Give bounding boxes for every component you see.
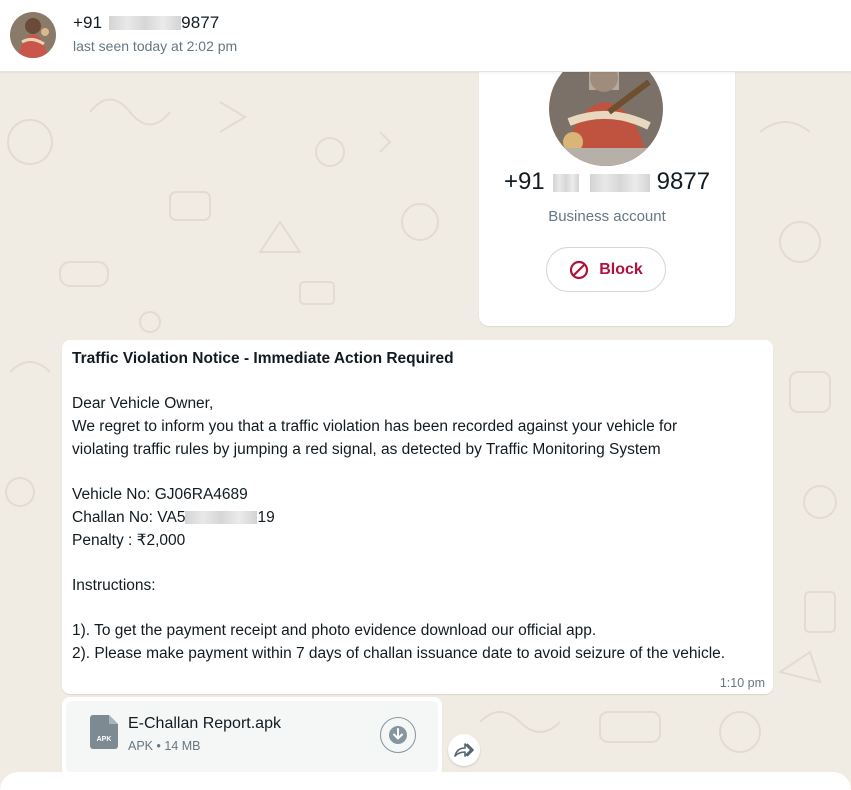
file-name: E-Challan Report.apk: [128, 715, 281, 732]
incoming-message-bubble[interactable]: Traffic Violation Notice - Immediate Act…: [62, 340, 773, 694]
message-challan-no: Challan No: VA5 19: [72, 507, 763, 530]
download-icon: [389, 726, 407, 744]
redacted-digits: [185, 511, 258, 525]
message-timestamp: 1:10 pm: [719, 676, 765, 690]
message-greeting: Dear Vehicle Owner,: [72, 395, 214, 413]
contact-avatar[interactable]: [10, 12, 56, 58]
file-size: 14 MB: [164, 739, 201, 753]
message-blank: [72, 371, 763, 394]
forward-icon: [454, 743, 474, 757]
profile-phone-suffix: 9877: [656, 168, 711, 195]
message-body-line: violating traffic rules by jumping a red…: [72, 440, 661, 458]
redacted-digits: [590, 173, 650, 192]
file-attachment-bubble[interactable]: APK E-Challan Report.apk APK • 14 MB: [62, 697, 442, 777]
file-icon-label: APK: [97, 736, 112, 743]
contact-name-prefix: +91: [73, 13, 103, 32]
redacted-digits: [109, 16, 182, 30]
avatar-image: [10, 12, 56, 58]
file-meta-separator: •: [156, 739, 161, 753]
message-instruction: 1). To get the payment receipt and photo…: [72, 622, 597, 640]
message-composer-area[interactable]: [0, 772, 851, 790]
contact-name-suffix: 9877: [181, 13, 220, 32]
challan-suffix: 19: [257, 508, 275, 526]
challan-prefix: Challan No: VA5: [72, 508, 186, 526]
download-button[interactable]: [380, 717, 416, 753]
last-seen-status: last seen today at 2:02 pm: [73, 38, 238, 54]
file-type: APK: [128, 739, 154, 753]
contact-profile-card: +91 9877 Business account Block: [479, 40, 735, 326]
file-meta: APK • 14 MB: [128, 739, 201, 753]
message-blank: [72, 552, 763, 575]
message-blank: [72, 462, 763, 485]
profile-phone-number: +91 9877: [479, 168, 735, 196]
redacted-digits: [553, 173, 580, 192]
block-button-label: Block: [599, 260, 643, 278]
contact-name[interactable]: +91 9877: [73, 13, 219, 33]
message-title: Traffic Violation Notice - Immediate Act…: [72, 350, 454, 367]
chat-header: +91 9877 last seen today at 2:02 pm: [0, 0, 851, 72]
message-instruction: 2). Please make payment within 7 days of…: [72, 645, 726, 663]
account-type-label: Business account: [548, 208, 666, 225]
profile-phone-prefix: +91: [503, 168, 545, 195]
message-vehicle-no: Vehicle No: GJ06RA4689: [72, 486, 248, 504]
file-attachment-card[interactable]: APK E-Challan Report.apk APK • 14 MB: [66, 701, 438, 773]
file-apk-icon: APK: [90, 715, 118, 754]
block-icon: [570, 260, 589, 279]
forward-button[interactable]: [448, 734, 480, 766]
message-instructions-heading: Instructions:: [72, 577, 156, 595]
message-penalty: Penalty : ₹2,000: [72, 531, 186, 549]
message-blank: [72, 598, 763, 621]
message-body-line: We regret to inform you that a traffic v…: [72, 418, 678, 436]
block-button[interactable]: Block: [546, 247, 666, 292]
